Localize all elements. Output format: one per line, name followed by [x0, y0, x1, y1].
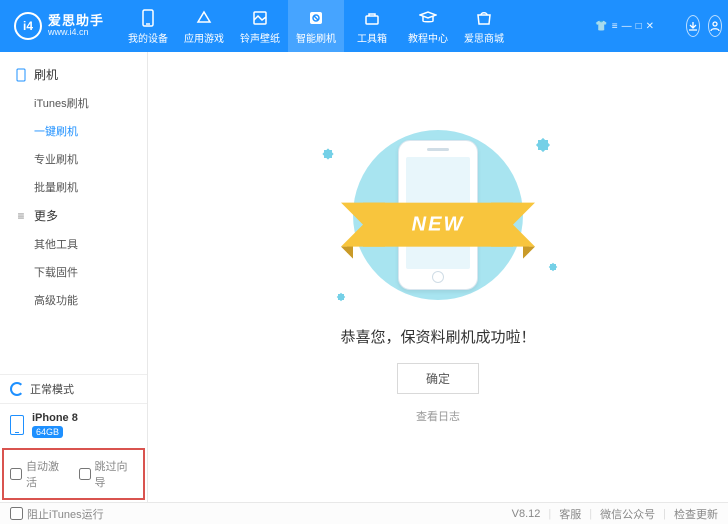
- status-bar: 阻止iTunes运行 V8.12 | 客服 | 微信公众号 | 检查更新: [0, 502, 728, 524]
- toolbox-icon: [364, 8, 380, 28]
- tab-apps[interactable]: 应用游戏: [176, 0, 232, 52]
- main-content: NEW 恭喜您，保资料刷机成功啦！ 确定 查看日志: [148, 52, 728, 502]
- tab-label: 我的设备: [128, 30, 168, 45]
- window-controls: 👕 ≡ — □ ✕: [595, 15, 722, 37]
- flash-options-highlight: 自动激活 跳过向导: [2, 448, 145, 500]
- app-url: www.i4.cn: [48, 28, 104, 38]
- success-illustration: NEW: [318, 120, 558, 310]
- check-update-link[interactable]: 检查更新: [674, 506, 718, 522]
- device-name: iPhone 8: [32, 412, 78, 424]
- separator: |: [589, 508, 592, 520]
- device-icon: [10, 415, 24, 435]
- more-icon: ≡: [14, 209, 28, 223]
- ok-button[interactable]: 确定: [397, 363, 479, 394]
- tab-ringtones[interactable]: 铃声壁纸: [232, 0, 288, 52]
- tab-toolbox[interactable]: 工具箱: [344, 0, 400, 52]
- option-label: 阻止iTunes运行: [27, 506, 104, 522]
- sidebar-item-pro-flash[interactable]: 专业刷机: [0, 145, 147, 173]
- support-link[interactable]: 客服: [559, 506, 581, 522]
- phone-icon: [141, 8, 155, 28]
- phone-outline-icon: [14, 68, 28, 82]
- app-logo: i4 爱思助手 www.i4.cn: [6, 12, 112, 40]
- separator: |: [548, 508, 551, 520]
- title-bar: i4 爱思助手 www.i4.cn 我的设备 应用游戏 铃声壁纸 智能刷机 工具…: [0, 0, 728, 52]
- tab-label: 应用游戏: [184, 30, 224, 45]
- logo-badge: i4: [14, 12, 42, 40]
- flash-icon: [308, 8, 324, 28]
- tab-store[interactable]: 爱思商城: [456, 0, 512, 52]
- tab-label: 智能刷机: [296, 30, 336, 45]
- tab-label: 爱思商城: [464, 30, 504, 45]
- new-ribbon: NEW: [363, 203, 513, 247]
- store-icon: [476, 8, 492, 28]
- sidebar-category-flash[interactable]: 刷机: [0, 60, 147, 89]
- option-label: 跳过向导: [95, 458, 138, 490]
- tab-flash[interactable]: 智能刷机: [288, 0, 344, 52]
- separator: |: [663, 508, 666, 520]
- tab-tutorials[interactable]: 教程中心: [400, 0, 456, 52]
- auto-activate-checkbox[interactable]: 自动激活: [10, 458, 69, 490]
- device-mode-status[interactable]: 正常模式: [0, 374, 147, 403]
- wechat-link[interactable]: 微信公众号: [600, 506, 655, 522]
- shirt-icon[interactable]: 👕: [595, 21, 607, 32]
- tab-label: 铃声壁纸: [240, 30, 280, 45]
- minimize-icon[interactable]: —: [622, 21, 632, 32]
- mode-label: 正常模式: [30, 381, 74, 397]
- maximize-icon[interactable]: □: [636, 21, 642, 32]
- view-log-link[interactable]: 查看日志: [416, 408, 460, 424]
- tab-label: 教程中心: [408, 30, 448, 45]
- close-icon[interactable]: ✕: [646, 21, 654, 32]
- tab-label: 工具箱: [357, 30, 387, 45]
- wallpaper-icon: [252, 8, 268, 28]
- success-message: 恭喜您，保资料刷机成功啦！: [340, 326, 535, 347]
- apps-icon: [196, 8, 212, 28]
- spinner-icon: [10, 382, 24, 396]
- sidebar-item-batch-flash[interactable]: 批量刷机: [0, 173, 147, 201]
- version-label: V8.12: [512, 508, 541, 520]
- sidebar-category-more[interactable]: ≡ 更多: [0, 201, 147, 230]
- tutorial-icon: [419, 8, 437, 28]
- sidebar-item-download-fw[interactable]: 下载固件: [0, 258, 147, 286]
- tab-my-devices[interactable]: 我的设备: [120, 0, 176, 52]
- connected-device[interactable]: iPhone 8 64GB: [0, 403, 147, 446]
- option-label: 自动激活: [26, 458, 69, 490]
- sidebar-item-oneclick-flash[interactable]: 一键刷机: [0, 117, 147, 145]
- sidebar-item-advanced[interactable]: 高级功能: [0, 286, 147, 314]
- skip-guide-checkbox[interactable]: 跳过向导: [79, 458, 138, 490]
- user-button[interactable]: [708, 15, 722, 37]
- category-label: 更多: [34, 207, 58, 224]
- main-tabs: 我的设备 应用游戏 铃声壁纸 智能刷机 工具箱 教程中心 爱思商城: [120, 0, 512, 52]
- sidebar-item-itunes-flash[interactable]: iTunes刷机: [0, 89, 147, 117]
- block-itunes-checkbox[interactable]: 阻止iTunes运行: [10, 506, 104, 522]
- sidebar: 刷机 iTunes刷机 一键刷机 专业刷机 批量刷机 ≡ 更多 其他工具 下载固…: [0, 52, 148, 502]
- sidebar-item-other-tools[interactable]: 其他工具: [0, 230, 147, 258]
- download-button[interactable]: [686, 15, 700, 37]
- menu-icon[interactable]: ≡: [612, 21, 618, 32]
- app-title: 爱思助手: [48, 14, 104, 28]
- storage-badge: 64GB: [32, 426, 63, 438]
- category-label: 刷机: [34, 66, 58, 83]
